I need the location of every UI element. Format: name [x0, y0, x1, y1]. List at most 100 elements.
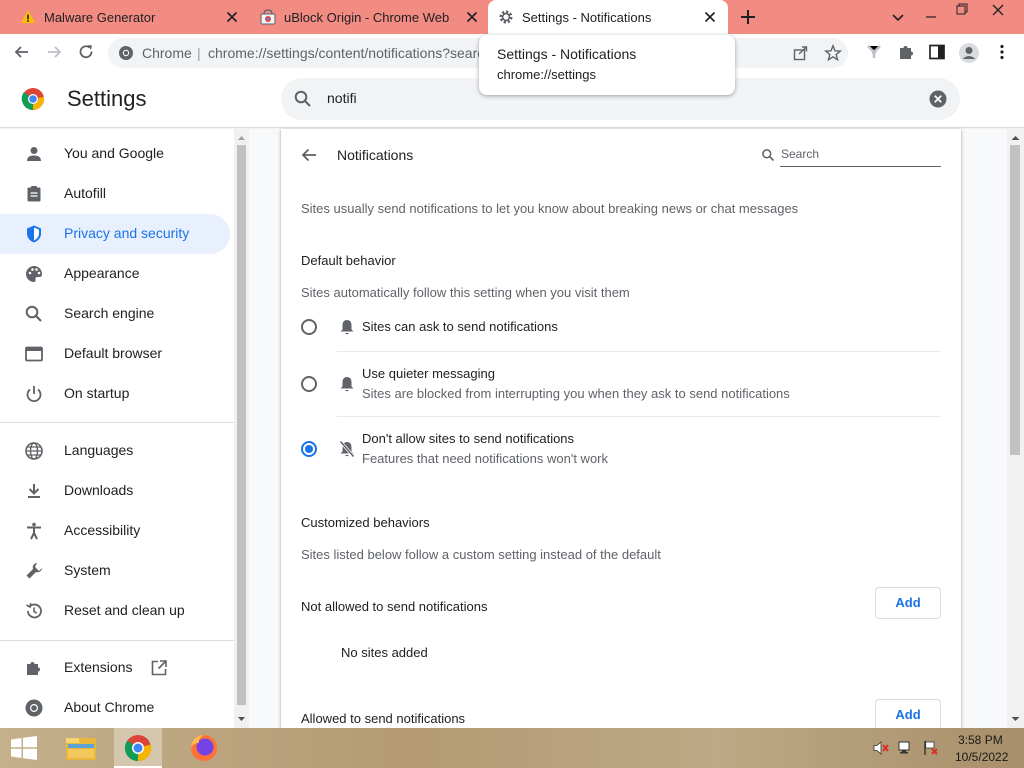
taskbar-clock-date[interactable]: 10/5/2022: [955, 750, 1008, 764]
search-icon: [24, 304, 44, 324]
network-icon[interactable]: [897, 740, 915, 756]
sidebar-item-on-startup[interactable]: On startup: [0, 374, 230, 414]
restore-button[interactable]: [952, 0, 972, 20]
file-explorer-icon[interactable]: [57, 728, 105, 768]
no-sites-added-text: No sites added: [341, 645, 428, 660]
sidebar-item-label: Accessibility: [64, 522, 141, 538]
sidebar-item-label: System: [64, 562, 111, 578]
not-allowed-label: Not allowed to send notifications: [301, 599, 488, 614]
close-icon[interactable]: [702, 9, 718, 25]
radio-use-quieter-messaging[interactable]: [301, 376, 317, 392]
sidebar-scrollbar[interactable]: [234, 129, 249, 728]
close-icon[interactable]: [224, 9, 240, 25]
sidebar-item-reset-and-clean-up[interactable]: Reset and clean up: [0, 591, 230, 631]
page-scrollbar[interactable]: [1007, 129, 1024, 728]
option-divider: [337, 351, 941, 352]
allowed-label: Allowed to send notifications: [301, 711, 466, 726]
radio-dont-allow[interactable]: [301, 441, 317, 457]
tab-strip: Malware Generator uBlock Origin - Chrome…: [0, 0, 1024, 34]
tab-title: Settings - Notifications: [522, 10, 652, 25]
tab-malware-generator[interactable]: Malware Generator: [0, 0, 246, 34]
forward-button[interactable]: [44, 42, 64, 62]
default-behavior-heading: Default behavior: [301, 253, 396, 268]
flag-icon[interactable]: [922, 740, 940, 756]
hover-card-title: Settings - Notifications: [497, 46, 637, 62]
search-underline: [780, 166, 941, 167]
bell-icon: [339, 318, 355, 336]
notifications-description: Sites usually send notifications to let …: [301, 201, 799, 216]
puzzle-icon: [24, 658, 44, 678]
add-allowed-button[interactable]: Add: [875, 699, 941, 731]
close-icon[interactable]: [464, 9, 480, 25]
tab-hover-card: Settings - Notifications chrome://settin…: [479, 35, 735, 95]
open-in-new-icon: [150, 659, 168, 677]
sidebar-item-label: Appearance: [64, 265, 140, 281]
sidebar-item-extensions[interactable]: Extensions: [0, 648, 230, 688]
close-window-button[interactable]: [988, 0, 1008, 20]
sidebar-item-system[interactable]: System: [0, 551, 230, 591]
omnibox-chrome-label: Chrome: [142, 45, 192, 61]
settings-main: Notifications Search Sites usually send …: [249, 129, 1007, 731]
firefox-icon[interactable]: [180, 728, 228, 768]
sidebar-item-downloads[interactable]: Downloads: [0, 471, 230, 511]
webstore-icon: [260, 9, 276, 25]
more-menu-icon[interactable]: [992, 42, 1012, 62]
power-icon: [24, 384, 44, 404]
taskbar-clock-time[interactable]: 3:58 PM: [958, 733, 1003, 747]
site-search-input[interactable]: Search: [781, 147, 819, 161]
new-tab-button[interactable]: [738, 7, 758, 27]
clear-search-icon[interactable]: [929, 90, 947, 108]
sidebar-item-about-chrome[interactable]: About Chrome: [0, 688, 230, 728]
start-icon[interactable]: [0, 728, 48, 768]
star-icon[interactable]: [824, 44, 842, 62]
tab-title: uBlock Origin - Chrome Web Sto: [284, 10, 454, 25]
address-bar[interactable]: Chrome | chrome://settings/content/notif…: [108, 38, 848, 68]
warning-icon: [20, 9, 36, 25]
reload-button[interactable]: [76, 42, 96, 62]
profile-avatar[interactable]: [958, 42, 979, 63]
sidebar-divider: [0, 640, 234, 641]
tab-settings-notifications[interactable]: Settings - Notifications: [488, 0, 728, 34]
radio-sites-can-ask[interactable]: [301, 319, 317, 335]
omnibox-separator: |: [197, 45, 201, 61]
scrollbar-thumb[interactable]: [1010, 145, 1020, 455]
extension-icon[interactable]: [864, 42, 884, 62]
chrome-icon[interactable]: [114, 728, 162, 768]
sidebar-item-autofill[interactable]: Autofill: [0, 174, 230, 214]
sidebar-item-accessibility[interactable]: Accessibility: [0, 511, 230, 551]
customized-behaviors-heading: Customized behaviors: [301, 515, 430, 530]
add-not-allowed-button[interactable]: Add: [875, 587, 941, 619]
sidebar-item-you-and-google[interactable]: You and Google: [0, 134, 230, 174]
download-icon: [24, 481, 44, 501]
gear-icon: [498, 9, 514, 25]
back-arrow-icon[interactable]: [299, 145, 319, 165]
option-label: Sites can ask to send notifications: [362, 319, 558, 334]
search-icon: [293, 89, 313, 109]
sidebar-item-languages[interactable]: Languages: [0, 431, 230, 471]
sidebar-item-label: Search engine: [64, 305, 155, 321]
notifications-card: Notifications Search Sites usually send …: [281, 129, 961, 731]
side-panel-icon[interactable]: [927, 42, 947, 62]
option-label: Don't allow sites to send notifications: [362, 431, 575, 446]
sidebar-item-appearance[interactable]: Appearance: [0, 254, 230, 294]
person-icon: [24, 144, 44, 164]
page-title: Settings: [67, 86, 147, 111]
sidebar-item-label: Downloads: [64, 482, 134, 498]
sidebar-item-search-engine[interactable]: Search engine: [0, 294, 230, 334]
tab-ublock-origin[interactable]: uBlock Origin - Chrome Web Sto: [246, 0, 486, 34]
scrollbar-thumb[interactable]: [237, 145, 246, 705]
option-sublabel: Sites are blocked from interrupting you …: [362, 386, 790, 401]
minimize-button[interactable]: [921, 7, 941, 27]
chevron-down-icon[interactable]: [888, 7, 908, 27]
chrome-icon: [118, 45, 134, 61]
volume-muted-icon[interactable]: [872, 740, 890, 756]
share-icon[interactable]: [792, 44, 810, 62]
puzzle-icon[interactable]: [896, 42, 916, 62]
sidebar-divider: [0, 422, 234, 423]
wrench-icon: [24, 561, 44, 581]
back-button[interactable]: [12, 42, 32, 62]
sidebar-item-privacy-and-security[interactable]: Privacy and security: [0, 214, 230, 254]
settings-search-input[interactable]: notifi: [327, 90, 357, 106]
sidebar-item-default-browser[interactable]: Default browser: [0, 334, 230, 374]
customized-behaviors-subheading: Sites listed below follow a custom setti…: [301, 547, 661, 562]
